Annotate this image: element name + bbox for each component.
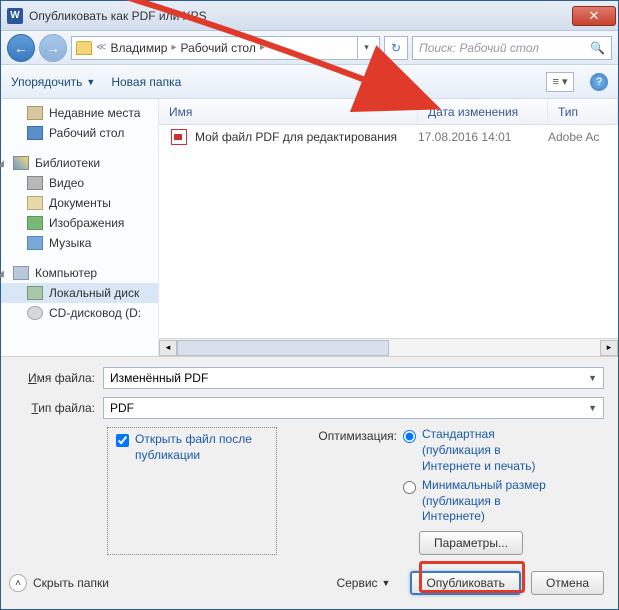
desktop-icon <box>27 126 43 140</box>
col-date[interactable]: Дата изменения <box>418 99 548 124</box>
scroll-right-button[interactable]: ▸ <box>600 340 618 356</box>
sidebar-item-recent[interactable]: Недавние места <box>1 103 158 123</box>
breadcrumb-seg[interactable]: Рабочий стол <box>181 41 256 55</box>
chevron-right-icon: ▸ <box>260 42 265 53</box>
sidebar-item-cd[interactable]: CD-дисковод (D: <box>1 303 158 323</box>
sidebar-item-desktop[interactable]: Рабочий стол <box>1 123 158 143</box>
cd-icon <box>27 306 43 320</box>
filename-label: Имя файла: <box>15 371 95 385</box>
recent-icon <box>27 106 43 120</box>
chevron-up-icon: ˄ <box>9 574 27 592</box>
optim-standard-radio[interactable] <box>403 430 416 443</box>
expand-icon: ◢ <box>1 158 4 169</box>
file-row[interactable]: Мой файл PDF для редактирования 17.08.20… <box>159 125 618 149</box>
sidebar-item-video[interactable]: Видео <box>1 173 158 193</box>
images-icon <box>27 216 43 230</box>
cancel-button[interactable]: Отмена <box>531 571 604 595</box>
new-folder-button[interactable]: Новая папка <box>111 75 181 89</box>
help-button[interactable]: ? <box>590 73 608 91</box>
sidebar-item-localdisk[interactable]: Локальный диск <box>1 283 158 303</box>
hide-folders-button[interactable]: ˄ Скрыть папки <box>9 574 109 592</box>
sidebar: Недавние места Рабочий стол ◢Библиотеки … <box>1 99 159 356</box>
search-icon: 🔍 <box>590 41 605 55</box>
filetype-label: Тип файла: <box>15 401 95 415</box>
chevron-down-icon: ▼ <box>588 373 597 383</box>
col-type[interactable]: Тип <box>548 99 618 124</box>
file-area: Имя Дата изменения Тип Мой файл PDF для … <box>159 99 618 356</box>
sidebar-item-music[interactable]: Музыка <box>1 233 158 253</box>
file-date: 17.08.2016 14:01 <box>418 130 548 144</box>
back-button[interactable]: ← <box>7 34 35 62</box>
sidebar-item-computer[interactable]: ◢Компьютер <box>1 263 158 283</box>
save-dialog-window: W Опубликовать как PDF или XPS ✕ ← → ≪ В… <box>0 0 619 610</box>
sidebar-item-libraries[interactable]: ◢Библиотеки <box>1 153 158 173</box>
window-title: Опубликовать как PDF или XPS <box>29 9 572 23</box>
library-icon <box>13 156 29 170</box>
chevron-right-icon: ▸ <box>171 42 176 53</box>
open-after-checkbox[interactable] <box>116 434 129 447</box>
chevron-down-icon: ▼ <box>382 578 391 588</box>
scroll-left-button[interactable]: ◂ <box>159 340 177 356</box>
publish-button[interactable]: Опубликовать <box>410 571 520 595</box>
toolbar: Упорядочить▼ Новая папка ≡ ▾ ? <box>1 65 618 99</box>
scroll-thumb[interactable] <box>177 340 389 356</box>
organize-button[interactable]: Упорядочить▼ <box>11 75 95 89</box>
optim-standard-label[interactable]: Стандартная (публикация в Интернете и пе… <box>422 427 562 474</box>
forward-button[interactable]: → <box>39 34 67 62</box>
disk-icon <box>27 286 43 300</box>
nav-bar: ← → ≪ Владимир ▸ Рабочий стол ▸ ▾ ↻ Поис… <box>1 31 618 65</box>
chevron-down-icon: ▼ <box>86 77 95 87</box>
chevron-down-icon: ▼ <box>588 403 597 413</box>
folder-icon <box>76 41 92 55</box>
sidebar-item-images[interactable]: Изображения <box>1 213 158 233</box>
service-menu[interactable]: Сервис▼ <box>336 576 390 590</box>
breadcrumb[interactable]: ≪ Владимир ▸ Рабочий стол ▸ ▾ <box>71 36 380 60</box>
close-button[interactable]: ✕ <box>572 6 616 26</box>
search-placeholder: Поиск: Рабочий стол <box>419 41 539 55</box>
optimization-label: Оптимизация: <box>307 427 397 443</box>
file-list[interactable]: Мой файл PDF для редактирования 17.08.20… <box>159 125 618 338</box>
filename-input[interactable]: Изменённый PDF▼ <box>103 367 604 389</box>
view-options-button[interactable]: ≡ ▾ <box>546 72 574 92</box>
chevron-right-icon: ≪ <box>96 42 106 53</box>
open-after-label[interactable]: Открыть файл после публикации <box>135 432 268 463</box>
optim-minimal-radio[interactable] <box>403 481 416 494</box>
breadcrumb-seg[interactable]: Владимир <box>110 41 167 55</box>
filetype-select[interactable]: PDF▼ <box>103 397 604 419</box>
bottom-panel: Имя файла: Изменённый PDF▼ Тип файла: PD… <box>1 356 618 609</box>
sidebar-item-documents[interactable]: Документы <box>1 193 158 213</box>
breadcrumb-dropdown[interactable]: ▾ <box>357 36 375 60</box>
pdf-icon <box>171 129 187 145</box>
expand-icon: ◢ <box>1 268 4 279</box>
documents-icon <box>27 196 43 210</box>
file-name: Мой файл PDF для редактирования <box>195 130 418 144</box>
video-icon <box>27 176 43 190</box>
optim-minimal-label[interactable]: Минимальный размер (публикация в Интерне… <box>422 478 562 525</box>
search-input[interactable]: Поиск: Рабочий стол 🔍 <box>412 36 612 60</box>
titlebar: W Опубликовать как PDF или XPS ✕ <box>1 1 618 31</box>
computer-icon <box>13 266 29 280</box>
open-after-checkbox-wrap[interactable]: Открыть файл после публикации <box>107 427 277 555</box>
col-name[interactable]: Имя <box>159 99 418 124</box>
music-icon <box>27 236 43 250</box>
refresh-button[interactable]: ↻ <box>384 36 408 60</box>
column-headers: Имя Дата изменения Тип <box>159 99 618 125</box>
parameters-button[interactable]: Параметры... <box>419 531 523 555</box>
file-type: Adobe Ac <box>548 130 618 144</box>
word-app-icon: W <box>7 8 23 24</box>
horizontal-scrollbar[interactable]: ◂ ▸ <box>159 338 618 356</box>
